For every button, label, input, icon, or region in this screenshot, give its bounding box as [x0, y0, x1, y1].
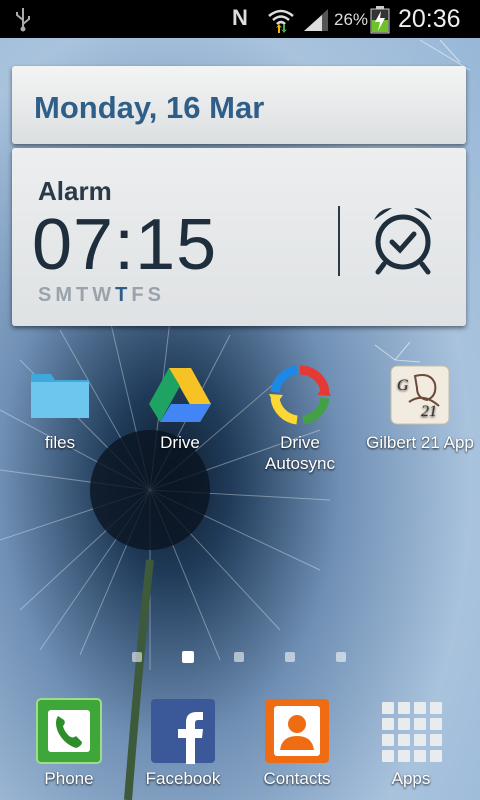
alarm-label: Alarm [38, 176, 112, 206]
drive-autosync-icon [267, 362, 333, 428]
facebook-icon [150, 698, 216, 764]
date-label: Monday, 16 Mar [34, 90, 265, 125]
dock-apps[interactable]: Apps [356, 698, 466, 789]
page-dot[interactable] [285, 652, 295, 662]
status-clock: 20:36 [398, 5, 461, 33]
day-tue: T [76, 284, 93, 306]
day-thu: T [115, 284, 132, 306]
folder-icon [27, 362, 93, 428]
app-label: Apps [391, 769, 431, 788]
app-label: Gilbert 21 App [366, 433, 474, 452]
day-wed: W [92, 284, 116, 306]
apps-grid-icon [378, 698, 444, 764]
alarm-time: 07:15 [32, 205, 218, 285]
page-dot[interactable] [336, 652, 346, 662]
app-label: Phone [44, 769, 94, 788]
app-files[interactable]: files [5, 362, 115, 453]
alarm-clock-icon[interactable] [368, 202, 438, 276]
day-fri: F [131, 284, 148, 306]
app-gilbert-21[interactable]: G 21 Gilbert 21 App [365, 362, 475, 453]
alarm-days: SMTWTFS [38, 284, 165, 307]
signal-icon [304, 9, 328, 31]
alarm-widget[interactable]: Alarm 07:15 SMTWTFS [12, 148, 466, 326]
gilbert-21-icon: G 21 [387, 362, 453, 428]
usb-icon [16, 8, 30, 32]
status-bar: N 26% 20:36 [0, 0, 480, 38]
app-label: files [44, 433, 76, 452]
app-drive[interactable]: Drive [125, 362, 235, 453]
page-dot-current[interactable] [182, 651, 194, 663]
dock-phone[interactable]: Phone [14, 698, 124, 789]
day-mon: M [55, 284, 77, 306]
app-label: Contacts [263, 769, 331, 788]
svg-text:21: 21 [421, 403, 437, 420]
svg-text:G: G [397, 377, 409, 394]
page-dot[interactable] [132, 652, 142, 662]
app-label: Facebook [145, 769, 221, 788]
google-drive-icon [147, 362, 213, 428]
dock: Phone Facebook Contacts Apps [0, 692, 480, 800]
wifi-icon [268, 9, 294, 33]
contacts-icon [264, 698, 330, 764]
page-indicator [0, 650, 480, 664]
widget-divider [338, 206, 340, 276]
dock-contacts[interactable]: Contacts [242, 698, 352, 789]
dock-facebook[interactable]: Facebook [128, 698, 238, 789]
page-dot[interactable] [234, 652, 244, 662]
battery-charging-icon [370, 6, 390, 34]
day-sun: S [38, 284, 56, 306]
nfc-icon: N [232, 5, 248, 30]
date-widget[interactable]: Monday, 16 Mar [12, 66, 466, 144]
phone-icon [36, 698, 102, 764]
day-sat: S [147, 284, 165, 306]
battery-percent: 26% [334, 10, 369, 29]
app-label: Drive [160, 433, 200, 452]
app-label: Drive Autosync [265, 433, 335, 473]
app-drive-autosync[interactable]: Drive Autosync [245, 362, 355, 474]
